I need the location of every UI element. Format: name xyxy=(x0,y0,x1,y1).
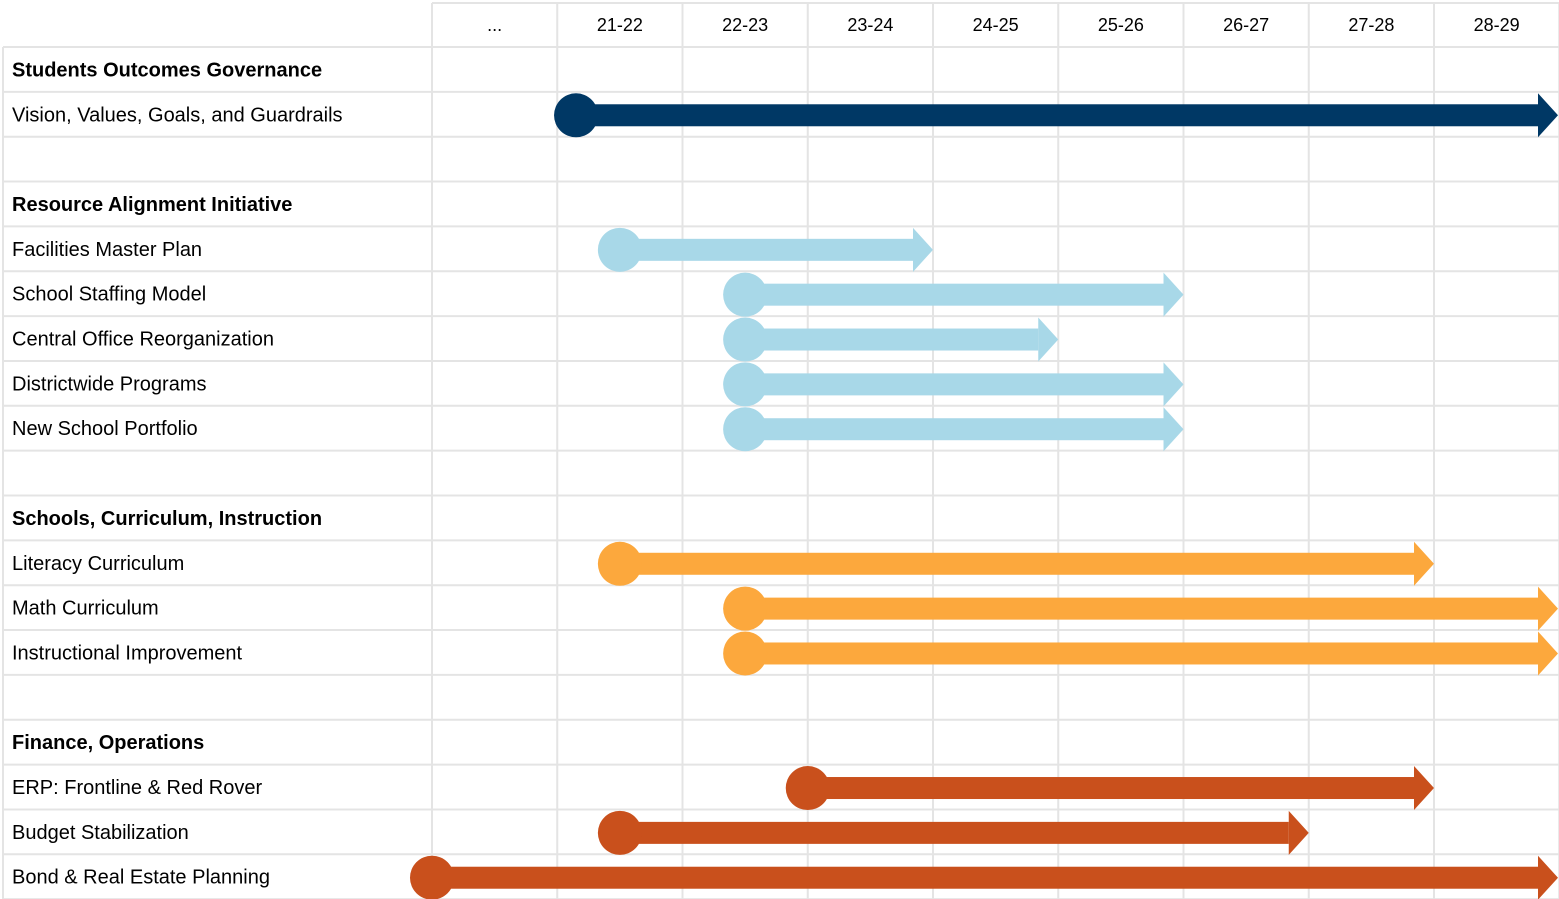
timeline-bar-arrowhead-7 xyxy=(1163,362,1184,407)
row-label: Districtwide Programs xyxy=(12,373,206,395)
row-label: Literacy Curriculum xyxy=(12,553,184,575)
row-label: Central Office Reorganization xyxy=(12,329,274,351)
timeline-bar-start-marker-7 xyxy=(723,362,768,407)
timeline-bar-start-marker-1 xyxy=(554,93,599,138)
timeline-bar-arrowhead-1 xyxy=(1538,93,1558,138)
timeline-bar-4 xyxy=(619,238,913,261)
timeline-chart: ... 21-22 22-23 23-24 24-25 25-26 26-27 27-28 28… xyxy=(2,2,1559,899)
timeline-bar-arrowhead-5 xyxy=(1163,272,1184,317)
column-header-7: 27-28 xyxy=(1348,15,1394,35)
timeline-bar-6 xyxy=(745,328,1039,351)
timeline-bar-12 xyxy=(745,597,1538,620)
timeline-bar-start-marker-5 xyxy=(723,272,768,317)
timeline-bar-8 xyxy=(745,418,1164,441)
section-header: Schools, Curriculum, Instruction xyxy=(12,508,322,530)
timeline-bar-arrowhead-4 xyxy=(913,227,933,272)
row-label: Instructional Improvement xyxy=(12,642,243,664)
row-label: New School Portfolio xyxy=(12,418,198,440)
timeline-bar-start-marker-11 xyxy=(597,541,642,586)
section-header: Finance, Operations xyxy=(12,732,204,754)
timeline-bar-start-marker-8 xyxy=(723,407,768,452)
timeline-bar-start-marker-4 xyxy=(597,227,642,272)
column-header-8: 28-29 xyxy=(1474,15,1520,35)
section-header: Students Outcomes Governance xyxy=(12,59,322,81)
timeline-bar-5 xyxy=(745,283,1164,306)
timeline-bar-7 xyxy=(745,373,1164,396)
row-label: Math Curriculum xyxy=(12,598,159,620)
row-label: Bond & Real Estate Planning xyxy=(12,867,270,889)
section-header: Resource Alignment Initiative xyxy=(12,194,292,216)
column-header-6: 26-27 xyxy=(1223,15,1269,35)
timeline-bar-arrowhead-11 xyxy=(1414,541,1434,586)
timeline-bar-arrowhead-12 xyxy=(1538,586,1558,631)
timeline-bar-start-marker-12 xyxy=(723,586,768,631)
timeline-bar-17 xyxy=(619,821,1289,844)
timeline-bar-start-marker-17 xyxy=(597,810,642,855)
column-header-5: 25-26 xyxy=(1098,15,1144,35)
row-label: School Staffing Model xyxy=(12,284,206,306)
timeline-bar-arrowhead-16 xyxy=(1414,766,1434,811)
timeline-bar-start-marker-13 xyxy=(723,631,768,676)
column-header-0: ... xyxy=(487,15,502,35)
column-header-4: 24-25 xyxy=(973,15,1019,35)
column-header-2: 22-23 xyxy=(722,15,768,35)
row-label: ERP: Frontline & Red Rover xyxy=(12,777,262,799)
timeline-bar-arrowhead-17 xyxy=(1288,810,1309,855)
timeline-bar-start-marker-6 xyxy=(723,317,768,362)
row-label: Facilities Master Plan xyxy=(12,239,202,261)
timeline-bar-arrowhead-8 xyxy=(1163,407,1184,452)
timeline-bar-start-marker-18 xyxy=(410,855,454,899)
timeline-bar-1 xyxy=(576,104,1538,127)
timeline-bar-start-marker-16 xyxy=(785,766,830,811)
row-label: Budget Stabilization xyxy=(12,822,189,844)
row-label: Vision, Values, Goals, and Guardrails xyxy=(12,104,343,126)
timeline-bar-arrowhead-13 xyxy=(1538,631,1558,676)
timeline-bar-arrowhead-6 xyxy=(1038,317,1059,362)
column-header-1: 21-22 xyxy=(597,15,643,35)
timeline-bar-arrowhead-18 xyxy=(1538,855,1558,899)
timeline-bar-13 xyxy=(745,642,1538,665)
timeline-bar-16 xyxy=(807,777,1414,800)
column-header-3: 23-24 xyxy=(847,15,893,35)
timeline-bar-18 xyxy=(432,866,1538,889)
timeline-bar-11 xyxy=(619,552,1414,575)
